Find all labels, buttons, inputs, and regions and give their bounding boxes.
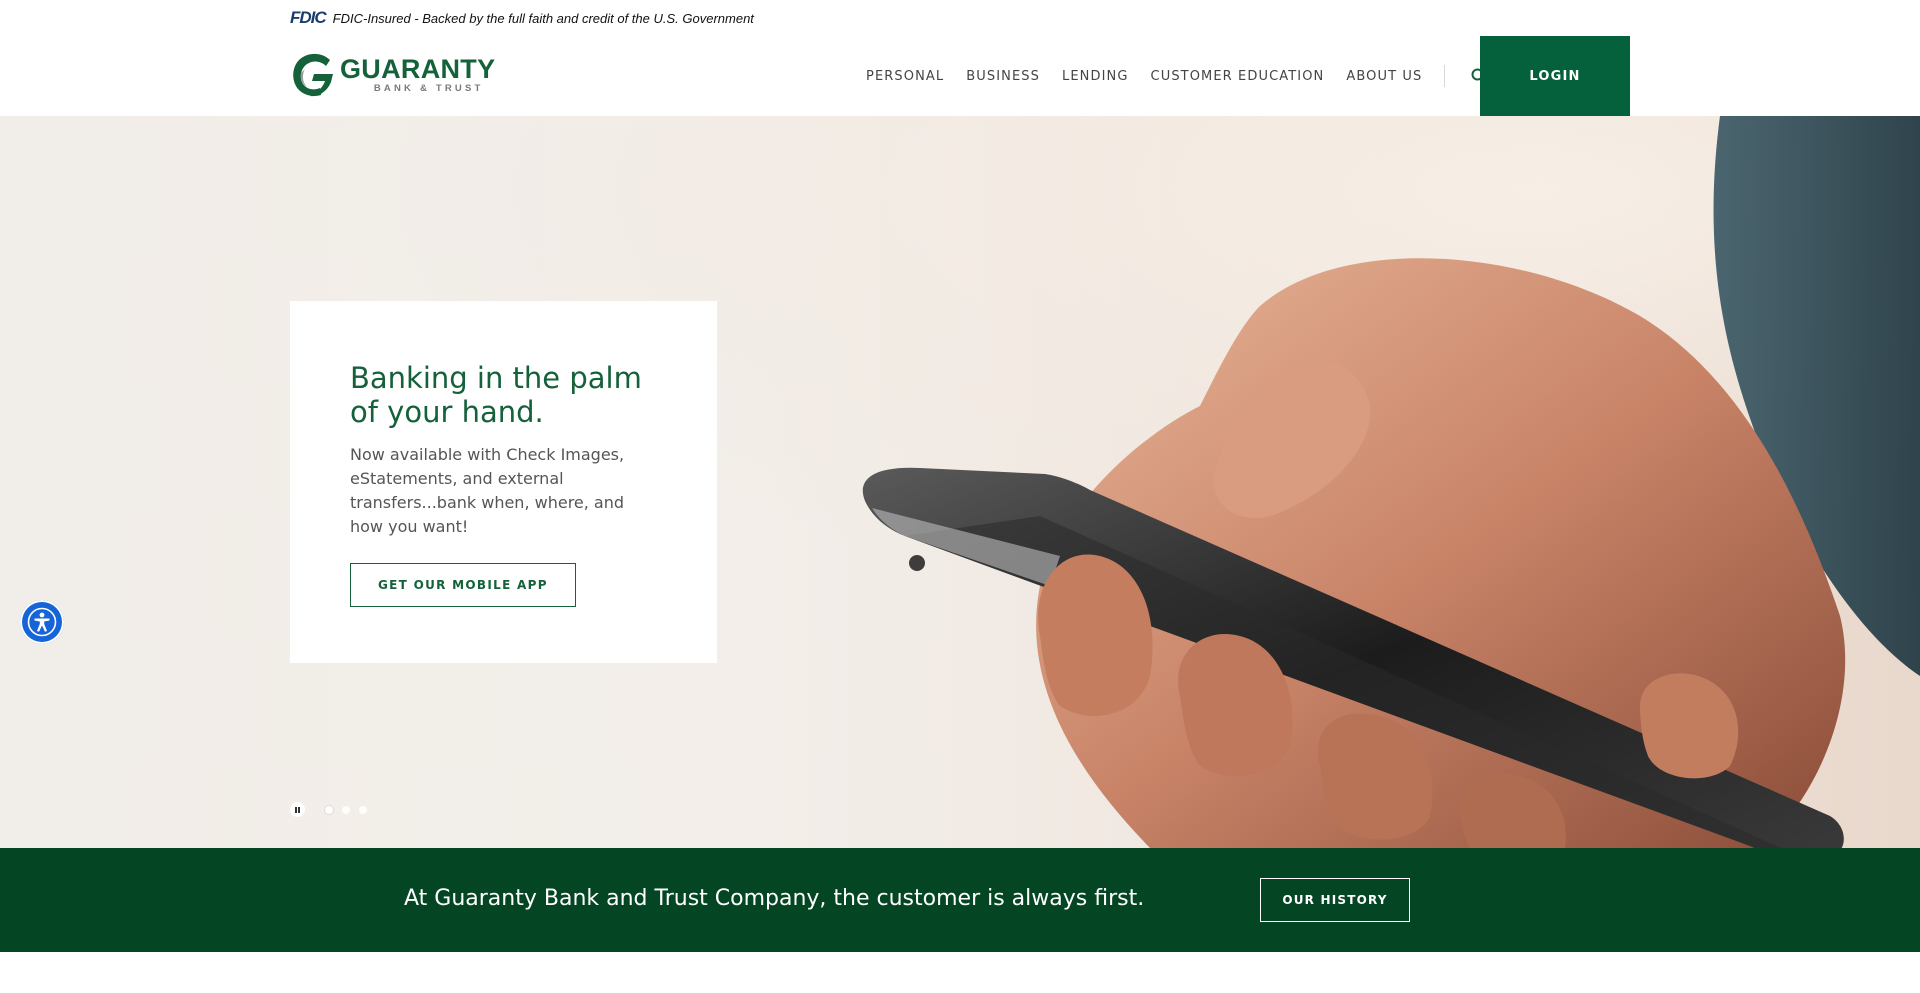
- nav-divider: [1444, 65, 1446, 87]
- login-button[interactable]: LOGIN: [1480, 36, 1630, 116]
- fdic-notice-text: FDIC-Insured - Backed by the full faith …: [332, 10, 754, 26]
- main-nav: PERSONAL BUSINESS LENDING CUSTOMER EDUCA…: [866, 36, 1489, 116]
- banner-text: At Guaranty Bank and Trust Company, the …: [404, 886, 1145, 911]
- get-mobile-app-button[interactable]: GET OUR MOBILE APP: [350, 563, 576, 607]
- hero-card: Banking in the palm of your hand. Now av…: [290, 301, 717, 663]
- fdic-notice: FDIC FDIC-Insured - Backed by the full f…: [290, 8, 754, 28]
- logo-name: GUARANTY: [340, 54, 496, 85]
- pause-button[interactable]: [290, 802, 305, 817]
- nav-item-about-us[interactable]: ABOUT US: [1346, 69, 1422, 84]
- page: FDIC FDIC-Insured - Backed by the full f…: [0, 0, 1920, 993]
- hero-description: Now available with Check Images, eStatem…: [350, 445, 625, 536]
- accessibility-button[interactable]: [20, 600, 64, 644]
- customer-first-banner: At Guaranty Bank and Trust Company, the …: [0, 848, 1920, 952]
- our-history-button[interactable]: OUR HISTORY: [1260, 878, 1410, 922]
- slide-dot-3[interactable]: [359, 805, 367, 814]
- pause-icon: [294, 806, 297, 813]
- hero-title: Banking in the palm of your hand.: [350, 361, 642, 429]
- nav-item-customer-education[interactable]: CUSTOMER EDUCATION: [1151, 69, 1325, 84]
- accessibility-icon: [27, 607, 57, 637]
- hero-slider: Banking in the palm of your hand. Now av…: [0, 116, 1920, 848]
- fdic-logo: FDIC: [290, 8, 327, 27]
- hero-background-image: [0, 116, 1920, 848]
- slide-dot-1[interactable]: [325, 805, 333, 814]
- site-header: GUARANTY BANK & TRUST PERSONAL BUSINESS …: [0, 36, 1920, 116]
- nav-item-lending[interactable]: LENDING: [1062, 69, 1129, 84]
- bank-logo[interactable]: GUARANTY BANK & TRUST: [290, 52, 495, 98]
- nav-item-personal[interactable]: PERSONAL: [866, 69, 944, 84]
- slide-dot-2[interactable]: [342, 805, 350, 814]
- guaranty-logo-icon: [293, 53, 333, 97]
- slider-controls: [290, 802, 367, 817]
- nav-item-business[interactable]: BUSINESS: [966, 69, 1040, 84]
- logo-subtitle: BANK & TRUST: [373, 83, 484, 95]
